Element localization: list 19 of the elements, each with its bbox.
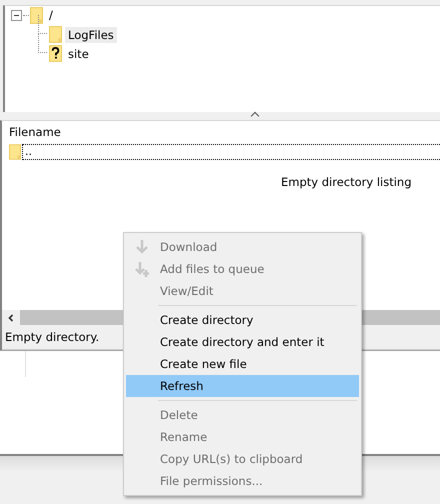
down-arrow-plus-icon [134,261,150,277]
menu-item[interactable]: Refresh [126,375,359,397]
column-header[interactable]: Filename [9,125,61,139]
menu-item[interactable]: Create directory and enter it [126,331,359,353]
status-text: Empty directory. [5,330,100,344]
folder-icon [9,144,21,160]
tree-item[interactable]: LogFiles [65,26,117,42]
collapse-icon[interactable] [11,10,22,20]
tree-item[interactable]: site [65,46,92,62]
question-folder-icon [49,45,62,62]
down-arrow-icon [134,239,150,255]
folder-icon [49,26,62,43]
folder-icon [30,6,43,24]
file-row[interactable]: .. [22,144,440,160]
scroll-left-icon[interactable] [7,314,15,322]
menu-item[interactable]: Create directory [126,309,359,331]
empty-message: Empty directory listing [281,175,412,189]
tree-item[interactable]: / [46,7,56,23]
menu-item[interactable]: Create new file [126,353,359,375]
